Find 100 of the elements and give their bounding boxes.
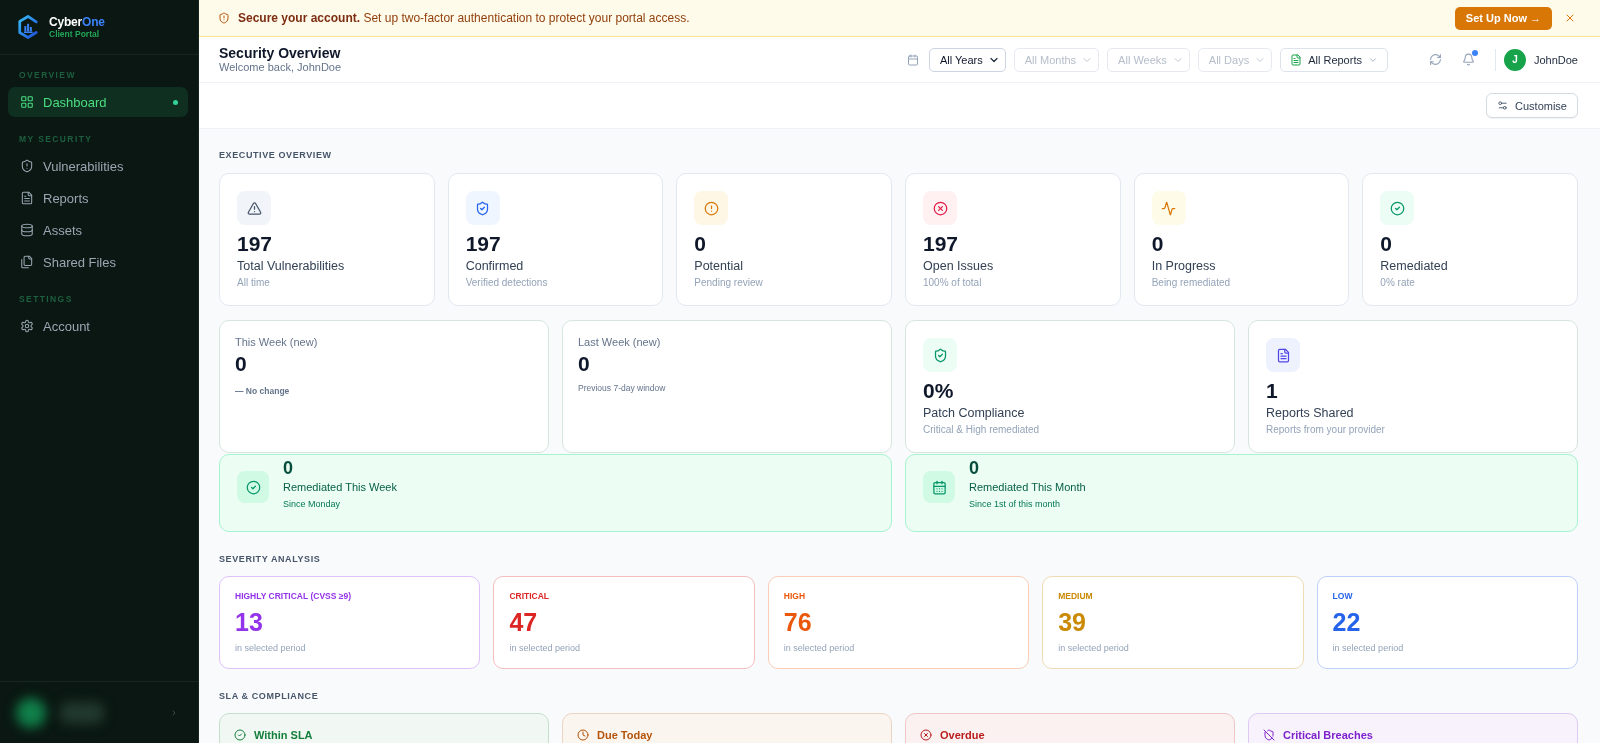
grid-icon xyxy=(20,95,34,109)
nav-item[interactable]: Assets xyxy=(8,215,188,245)
stat-note: 100% of total xyxy=(923,276,983,289)
brand-subtitle: Client Portal xyxy=(49,28,101,40)
weekly-value: 0 xyxy=(235,353,248,375)
metric-note: Critical & High remediated xyxy=(923,423,1041,436)
metric-note: Reports from your provider xyxy=(1266,423,1386,436)
stat-note: 0% rate xyxy=(1380,276,1416,289)
severity-label: HIGHLY CRITICAL (CVSS ≥9) xyxy=(235,591,352,602)
severity-label: MEDIUM xyxy=(1058,591,1094,602)
settings-icon xyxy=(20,319,34,333)
weekly-note: Previous 7-day window xyxy=(578,383,667,394)
banner-message: Secure your account. Set up two-factor authentication to protect your portal access. xyxy=(238,11,690,25)
name-placeholder xyxy=(60,701,104,724)
stat-label: Confirmed xyxy=(465,258,525,274)
calendar-icon xyxy=(923,471,955,503)
section-title: SEVERITY ANALYSIS xyxy=(219,553,322,565)
trend-text: — No change xyxy=(235,386,291,397)
remediated-label: Remediated This Month xyxy=(969,480,1086,494)
calendar-icon xyxy=(906,53,919,66)
section-title: EXECUTIVE OVERVIEW xyxy=(219,149,333,161)
sla-title: Due Today xyxy=(597,728,653,742)
severity-note: in selected period xyxy=(235,642,307,654)
stat-value: 197 xyxy=(237,233,274,255)
active-dot-icon xyxy=(173,99,178,105)
severity-note: in selected period xyxy=(1332,642,1405,654)
nav-item[interactable]: Reports xyxy=(8,183,188,213)
bell-icon[interactable] xyxy=(1461,53,1475,66)
user-name[interactable]: JohnDoe xyxy=(1533,53,1578,66)
stat-label: Open Issues xyxy=(923,258,995,274)
hexagon-logo-icon xyxy=(17,14,39,40)
document-icon xyxy=(20,191,34,205)
check-circle-icon xyxy=(234,729,246,741)
stat-value: 0 xyxy=(694,233,707,255)
stat-note: Verified detections xyxy=(465,276,549,289)
stat-value: 0 xyxy=(1151,233,1165,255)
nav-section-label: MY SECURITY xyxy=(18,134,94,144)
brand-name: CyberOne xyxy=(49,14,105,29)
customise-button[interactable]: Customise xyxy=(1486,93,1578,118)
severity-note: in selected period xyxy=(509,642,581,654)
shield-off-icon xyxy=(1263,729,1275,741)
document-icon xyxy=(1266,338,1300,372)
severity-count: 13 xyxy=(235,608,264,636)
metric-label: Patch Compliance xyxy=(923,405,1026,421)
remediated-value: 0 xyxy=(969,458,980,478)
stat-value: 197 xyxy=(465,233,502,255)
refresh-icon[interactable] xyxy=(1428,53,1442,66)
remediated-note: Since Monday xyxy=(283,498,342,510)
weekly-label: This Week (new) xyxy=(235,335,319,349)
page-title: Security Overview xyxy=(219,45,342,61)
page-subtitle: Welcome back, JohnDoe xyxy=(219,61,342,74)
shield-check-icon xyxy=(465,191,500,225)
metric-label: Reports Shared xyxy=(1266,405,1355,421)
nav-item[interactable]: Shared Files xyxy=(8,247,188,277)
clock-icon xyxy=(577,729,589,741)
metric-value: 1 xyxy=(1266,380,1279,402)
stat-value: 0 xyxy=(1380,233,1393,255)
nav-item[interactable]: Vulnerabilities xyxy=(8,151,188,181)
shield-exclamation-icon xyxy=(218,12,230,24)
severity-label: CRITICAL xyxy=(509,591,551,602)
severity-count: 22 xyxy=(1332,608,1362,636)
stat-note: Being remediated xyxy=(1151,276,1232,289)
database-icon xyxy=(20,223,34,237)
severity-count: 47 xyxy=(509,608,539,636)
severity-label: HIGH xyxy=(783,591,807,602)
weekly-label: Last Week (new) xyxy=(578,335,662,349)
remediated-value: 0 xyxy=(283,458,294,478)
stat-note: All time xyxy=(237,276,271,289)
pulse-icon xyxy=(1151,191,1186,225)
stat-note: Pending review xyxy=(694,276,764,289)
remediated-note: Since 1st of this month xyxy=(969,498,1062,510)
filter-select[interactable]: All Years xyxy=(928,47,1006,72)
sla-title: Overdue xyxy=(940,728,985,742)
stat-label: Remediated xyxy=(1380,258,1449,274)
severity-note: in selected period xyxy=(1058,642,1130,654)
sla-title: Critical Breaches xyxy=(1283,728,1373,742)
metric-value: 0% xyxy=(923,380,955,402)
avatar-placeholder xyxy=(16,697,46,728)
sliders-icon xyxy=(1497,100,1509,111)
weekly-value: 0 xyxy=(578,353,591,375)
nav-section-label: OVERVIEW xyxy=(18,70,77,80)
close-icon[interactable] xyxy=(1564,12,1576,24)
stat-label: Total Vulnerabilities xyxy=(237,258,346,274)
severity-count: 39 xyxy=(1058,608,1087,636)
chevron-right-icon[interactable] xyxy=(170,708,178,717)
nav-item[interactable]: Account xyxy=(8,311,188,341)
stat-value: 197 xyxy=(923,233,960,255)
x-circle-icon xyxy=(920,729,932,741)
stat-label: Potential xyxy=(694,258,744,274)
section-title: SLA & COMPLIANCE xyxy=(219,690,320,702)
document-icon xyxy=(1290,53,1303,66)
shield-check-icon xyxy=(923,338,957,372)
severity-note: in selected period xyxy=(783,642,856,654)
shield-exclamation-icon xyxy=(20,159,34,173)
nav-section-label: SETTINGS xyxy=(18,294,74,304)
stat-label: In Progress xyxy=(1151,258,1217,274)
reports-filter-button[interactable]: All Reports xyxy=(1280,47,1388,72)
files-icon xyxy=(20,255,34,269)
remediated-label: Remediated This Week xyxy=(283,480,397,494)
nav-item[interactable]: Dashboard xyxy=(8,87,188,117)
